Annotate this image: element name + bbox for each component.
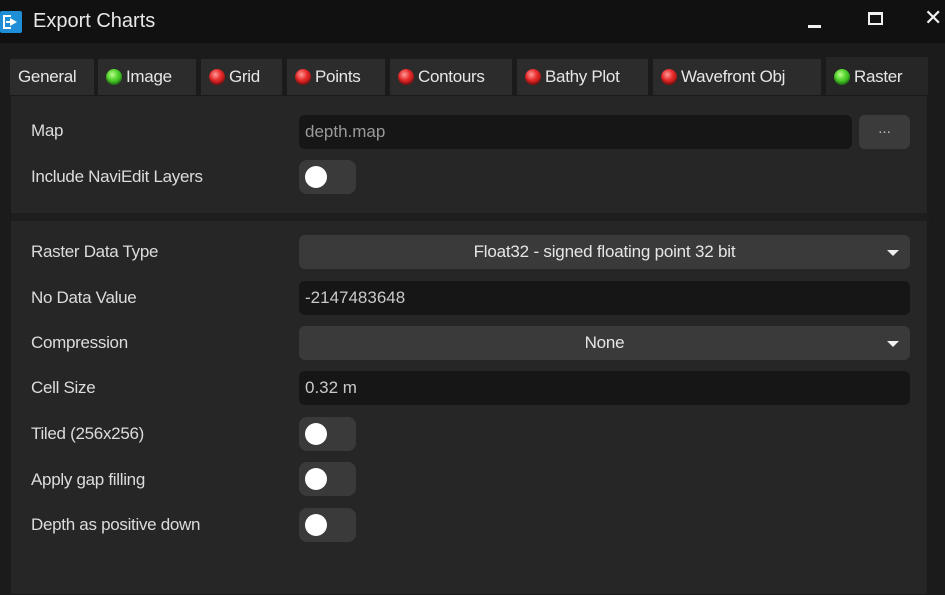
no-data-value-input[interactable]: -2147483648 — [299, 281, 910, 315]
tab-label: Image — [126, 67, 172, 86]
map-label: Map — [31, 121, 64, 140]
status-red-icon — [295, 69, 311, 85]
raster-settings-panel: Map depth.map ... Include NaviEdit Layer… — [10, 95, 929, 595]
gap-filling-label: Apply gap filling — [31, 470, 145, 489]
maximize-icon — [868, 12, 883, 25]
tab-bathy-plot[interactable]: Bathy Plot — [517, 59, 648, 95]
depth-positive-label: Depth as positive down — [31, 515, 201, 534]
tab-image[interactable]: Image — [98, 59, 196, 95]
tab-general[interactable]: General — [10, 59, 94, 95]
dropdown-arrow-icon — [887, 341, 899, 347]
close-icon: ✕ — [924, 6, 943, 31]
tab-grid[interactable]: Grid — [201, 59, 282, 95]
tab-raster[interactable]: Raster — [826, 57, 928, 97]
tab-points[interactable]: Points — [287, 59, 385, 95]
toggle-knob — [305, 166, 327, 188]
map-input[interactable]: depth.map — [299, 115, 852, 149]
tab-wavefront-obj[interactable]: Wavefront Obj — [653, 59, 821, 95]
toggle-knob — [305, 423, 327, 445]
raster-data-type-label: Raster Data Type — [31, 242, 159, 261]
close-button[interactable]: ✕ — [915, 6, 945, 36]
maximize-button[interactable] — [858, 6, 892, 36]
toggle-knob — [305, 468, 327, 490]
tab-label: Raster — [854, 67, 903, 86]
tab-label: Wavefront Obj — [681, 67, 786, 86]
tiled-label: Tiled (256x256) — [31, 424, 144, 443]
compression-label: Compression — [31, 333, 128, 352]
no-data-value-label: No Data Value — [31, 288, 137, 307]
include-layers-toggle[interactable] — [299, 160, 356, 194]
toggle-knob — [305, 514, 327, 536]
raster-data-type-select[interactable]: Float32 - signed floating point 32 bit — [299, 235, 910, 269]
status-red-icon — [661, 69, 677, 85]
gap-filling-toggle[interactable] — [299, 462, 356, 496]
depth-positive-toggle[interactable] — [299, 508, 356, 542]
select-value: Float32 - signed floating point 32 bit — [473, 242, 736, 261]
minimize-button[interactable] — [798, 6, 832, 36]
cell-size-input[interactable]: 0.32 m — [299, 371, 910, 405]
tab-label: General — [18, 67, 77, 86]
status-green-icon — [106, 69, 122, 85]
status-red-icon — [525, 69, 541, 85]
tab-bar: General Image Grid Points Contours Bathy… — [0, 43, 945, 97]
tab-label: Grid — [229, 67, 260, 86]
minimize-icon — [808, 25, 821, 28]
include-layers-label: Include NaviEdit Layers — [31, 167, 203, 186]
status-red-icon — [398, 69, 414, 85]
tiled-toggle[interactable] — [299, 417, 356, 451]
status-green-icon — [834, 69, 850, 85]
tab-label: Bathy Plot — [545, 67, 620, 86]
export-charts-app-icon — [0, 11, 22, 33]
tab-label: Points — [315, 67, 361, 86]
browse-button[interactable]: ... — [859, 115, 910, 149]
tab-label: Contours — [418, 67, 485, 86]
title-bar: Export Charts ✕ — [0, 0, 945, 43]
tab-contours[interactable]: Contours — [390, 59, 512, 95]
section-divider — [11, 213, 929, 221]
cell-size-label: Cell Size — [31, 378, 96, 397]
window-title: Export Charts — [33, 10, 156, 32]
select-value: None — [584, 333, 625, 352]
compression-select[interactable]: None — [299, 326, 910, 360]
status-red-icon — [209, 69, 225, 85]
dropdown-arrow-icon — [887, 250, 899, 256]
